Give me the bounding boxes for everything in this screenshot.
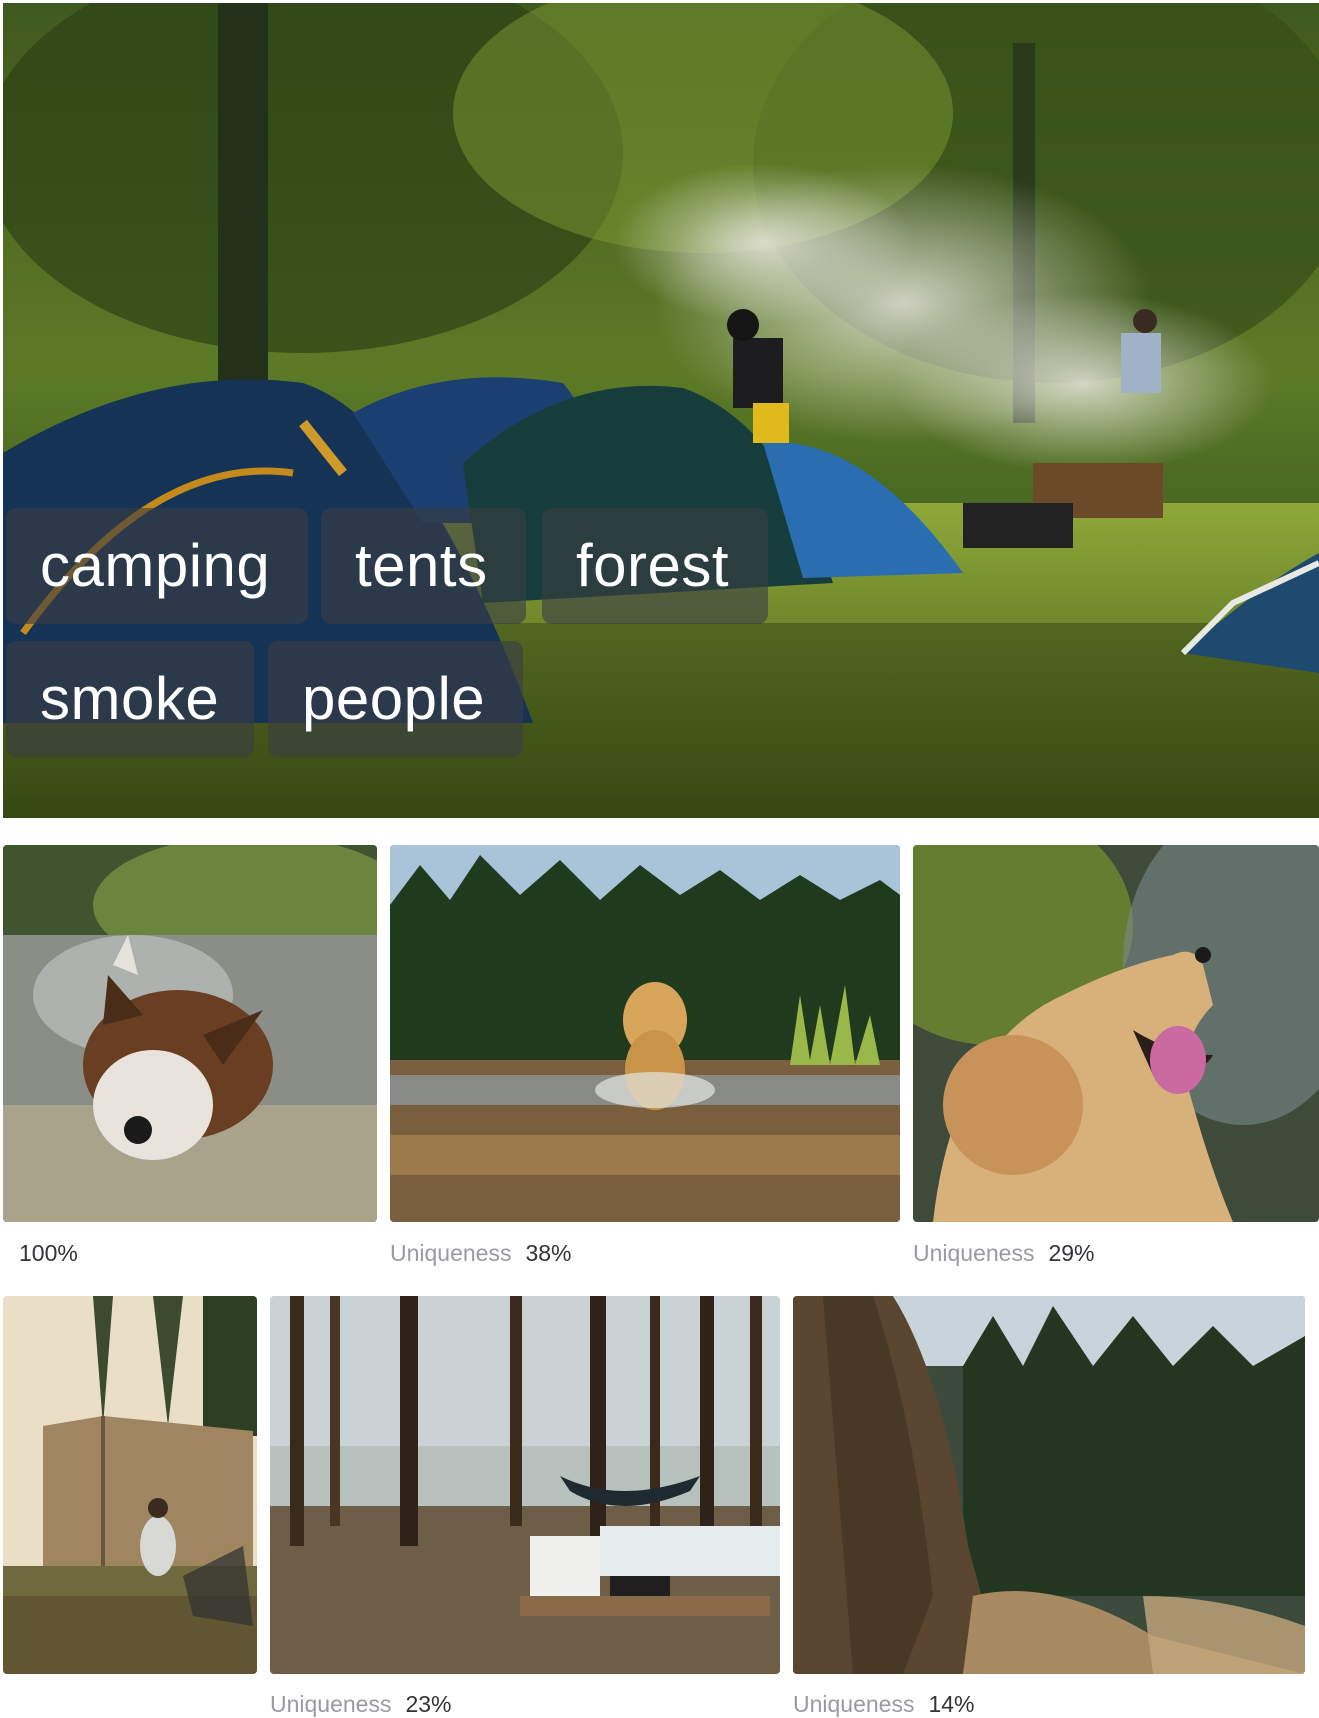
tag-smoke[interactable]: smoke	[6, 641, 254, 757]
result-caption-3: Uniqueness 29%	[913, 1239, 1095, 1267]
uniqueness-value: 23%	[405, 1691, 452, 1717]
result-image-hammock-camp[interactable]	[270, 1296, 780, 1674]
uniqueness-label: Uniqueness	[270, 1691, 392, 1717]
result-image-dog-shaking[interactable]	[3, 845, 377, 1222]
result-caption-5: Uniqueness 23%	[270, 1690, 452, 1718]
retriever-catching-illustration	[913, 845, 1319, 1222]
result-image-canvas-tent[interactable]	[3, 1296, 257, 1674]
result-image-rock-trail[interactable]	[793, 1296, 1305, 1674]
uniqueness-label: Uniqueness	[793, 1691, 915, 1717]
rock-trail-illustration	[793, 1296, 1305, 1674]
tag-camping[interactable]: camping	[6, 508, 308, 624]
uniqueness-value: 100%	[19, 1240, 78, 1266]
retriever-lake-illustration	[390, 845, 900, 1222]
tag-people[interactable]: people	[268, 641, 523, 757]
result-caption-6: Uniqueness 14%	[793, 1690, 975, 1718]
uniqueness-value: 38%	[525, 1240, 572, 1266]
hammock-camp-illustration	[270, 1296, 780, 1674]
dog-shaking-illustration	[3, 845, 377, 1222]
uniqueness-value: 14%	[928, 1691, 975, 1717]
uniqueness-label: Uniqueness	[913, 1240, 1035, 1266]
result-image-retriever-catching[interactable]	[913, 845, 1319, 1222]
tag-tents[interactable]: tents	[321, 508, 526, 624]
canvas-tent-illustration	[3, 1296, 257, 1674]
result-caption-2: Uniqueness 38%	[390, 1239, 572, 1267]
uniqueness-value: 29%	[1048, 1240, 1095, 1266]
result-caption-1: 100%	[19, 1239, 78, 1267]
result-image-retriever-lake[interactable]	[390, 845, 900, 1222]
hero-image: camping tents forest smoke people	[3, 3, 1319, 818]
tag-forest[interactable]: forest	[542, 508, 768, 624]
uniqueness-label: Uniqueness	[390, 1240, 512, 1266]
